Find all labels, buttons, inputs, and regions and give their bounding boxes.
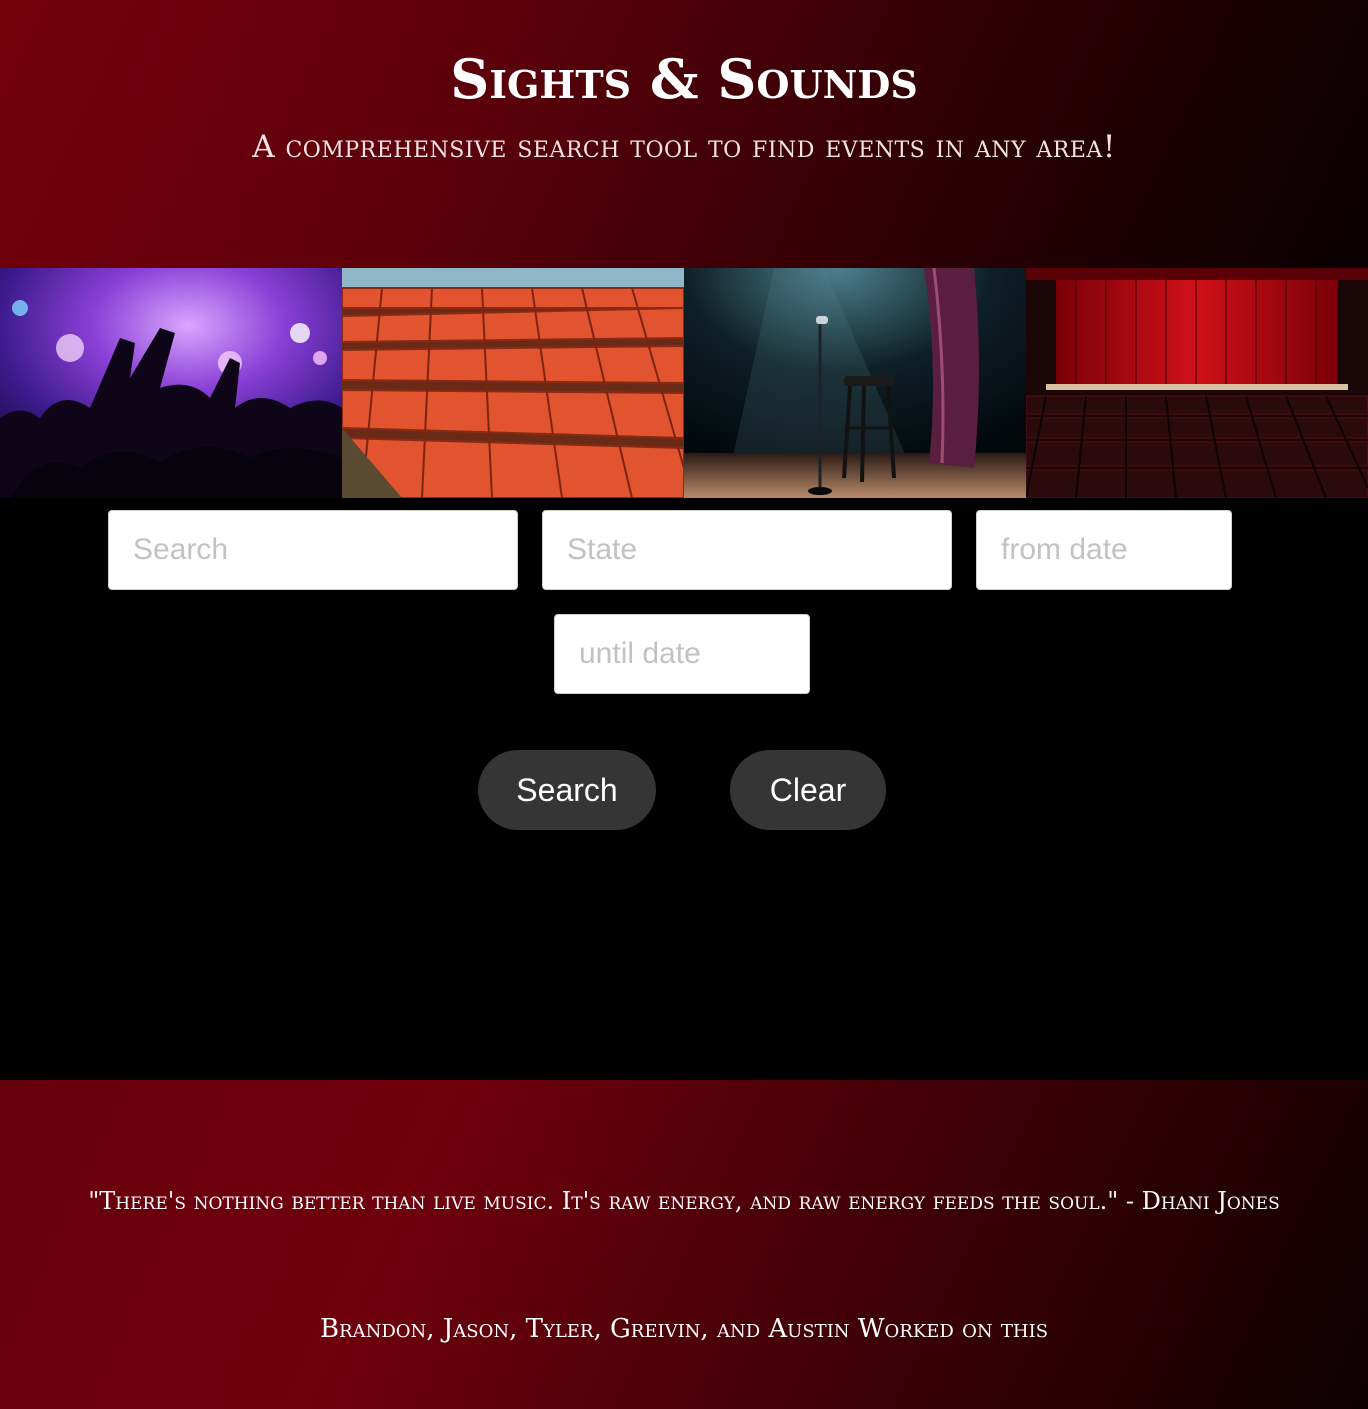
theater-curtain-photo [1026,268,1368,498]
until-date-input[interactable] [554,614,810,694]
site-tagline: A comprehensive search tool to find even… [252,129,1116,165]
footer-quote: "There's nothing better than live music.… [88,1187,1280,1215]
search-form: Search Clear [0,498,1368,1080]
site-title: Sights & Sounds [450,47,918,111]
concert-crowd-photo [0,268,342,498]
clear-button[interactable]: Clear [730,750,886,830]
search-input[interactable] [108,510,518,590]
state-input[interactable] [542,510,952,590]
comedy-stage-photo [684,268,1026,498]
from-date-input[interactable] [976,510,1232,590]
footer-credits: Brandon, Jason, Tyler, Greivin, and Aust… [319,1314,1049,1344]
stadium-seats-photo [342,268,684,498]
site-header: Sights & Sounds A comprehensive search t… [0,0,1368,268]
search-button[interactable]: Search [478,750,656,830]
site-footer: "There's nothing better than live music.… [0,1080,1368,1409]
photo-gallery [0,268,1368,498]
